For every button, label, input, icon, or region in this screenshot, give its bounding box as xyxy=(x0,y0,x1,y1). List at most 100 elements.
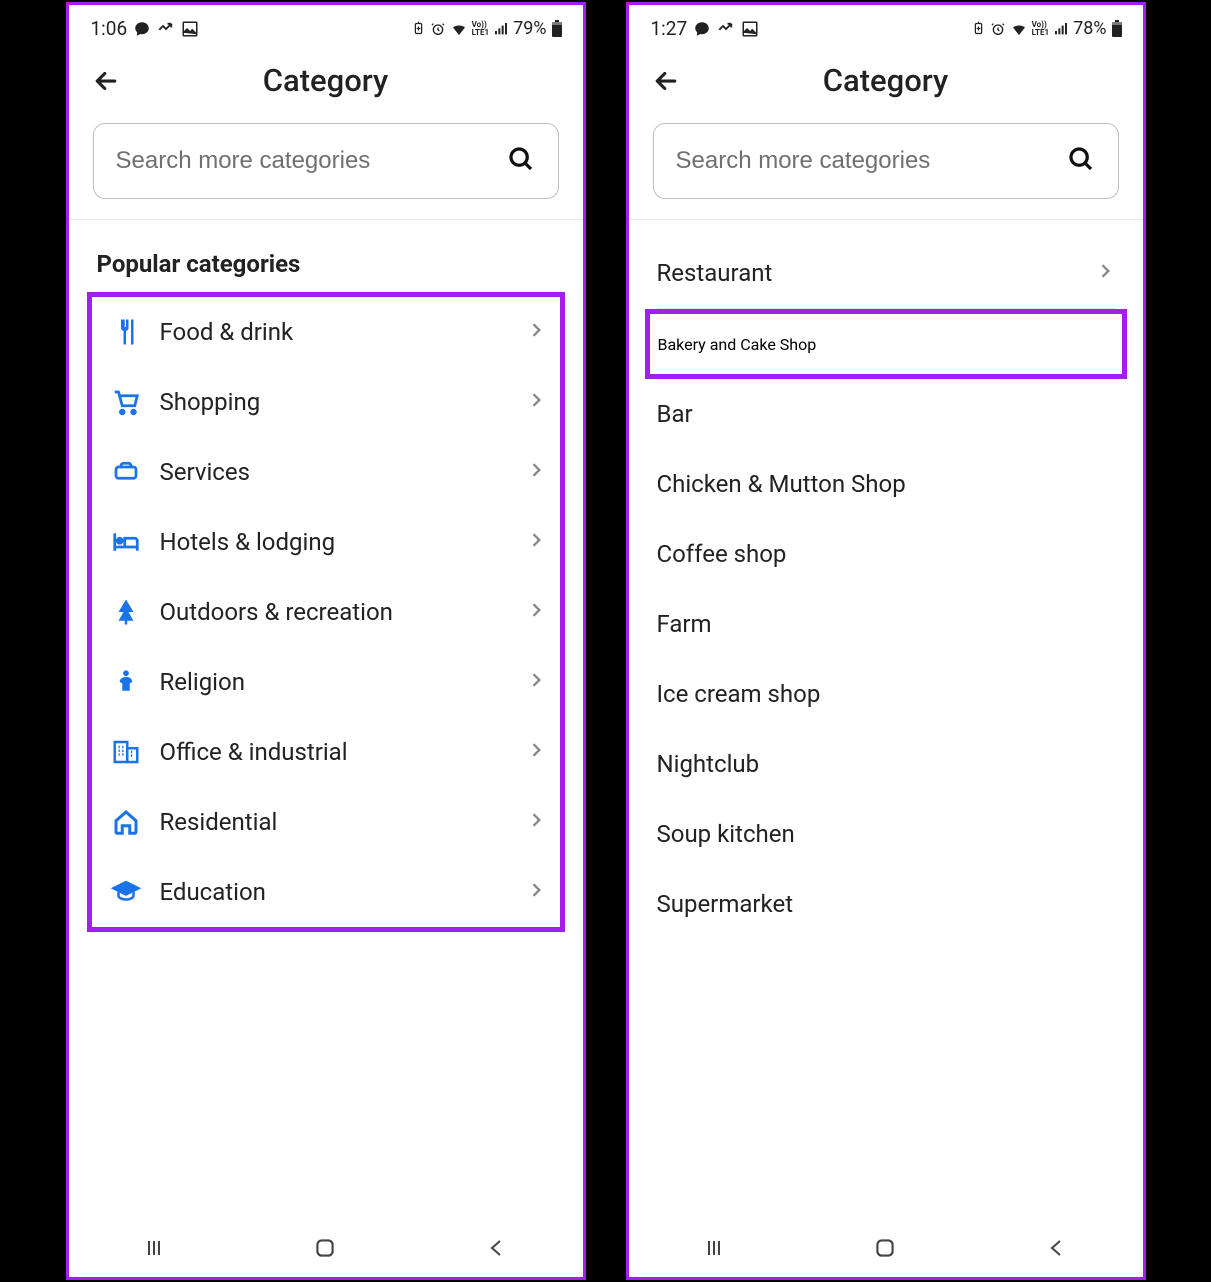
page-title: Category xyxy=(683,62,1089,99)
category-row-education[interactable]: Education xyxy=(92,857,560,927)
subcategory-row[interactable]: Coffee shop xyxy=(657,519,1115,589)
nav-back[interactable] xyxy=(1037,1228,1077,1268)
category-row-residential[interactable]: Residential xyxy=(92,787,560,857)
popular-categories-highlight: Food & drink Shopping Services Hotels & lod… xyxy=(87,292,565,932)
outdoors-icon xyxy=(100,597,152,627)
nav-home[interactable] xyxy=(305,1228,345,1268)
chevron-right-icon xyxy=(526,390,546,414)
chevron-right-icon xyxy=(1095,259,1115,287)
nav-recents[interactable] xyxy=(134,1228,174,1268)
services-icon xyxy=(100,457,152,487)
chevron-right-icon xyxy=(526,880,546,904)
subcategory-label: Soup kitchen xyxy=(657,820,1115,848)
status-battery-pct: 79% xyxy=(513,18,546,39)
category-label: Outdoors & recreation xyxy=(152,598,526,626)
subcategory-label: Bakery and Cake Shop xyxy=(658,335,817,354)
category-label: Education xyxy=(152,878,526,906)
chevron-right-icon xyxy=(526,460,546,484)
back-button[interactable] xyxy=(89,64,123,98)
signal-icon xyxy=(493,21,509,37)
status-time: 1:06 xyxy=(91,17,128,40)
phone-left: 1:06 Vo))LTE1 79% Category Popular categ… xyxy=(66,2,586,1280)
back-button[interactable] xyxy=(649,64,683,98)
office-icon xyxy=(100,737,152,767)
category-row-religion[interactable]: Religion xyxy=(92,647,560,717)
chevron-right-icon xyxy=(526,530,546,554)
subcategory-row[interactable]: Bar xyxy=(657,379,1115,449)
subcategory-label: Nightclub xyxy=(657,750,1115,778)
category-row-outdoors[interactable]: Outdoors & recreation xyxy=(92,577,560,647)
category-row-office[interactable]: Office & industrial xyxy=(92,717,560,787)
section-heading: Popular categories xyxy=(69,220,583,286)
subcategory-row-highlighted[interactable]: Bakery and Cake Shop xyxy=(645,309,1127,379)
alarm-icon xyxy=(990,21,1006,37)
subcategory-label: Farm xyxy=(657,610,1115,638)
subcategory-row[interactable]: Farm xyxy=(657,589,1115,659)
volte-icon: Vo))LTE1 xyxy=(472,21,490,37)
subcategory-label: Coffee shop xyxy=(657,540,1115,568)
chat-icon xyxy=(693,20,711,38)
alarm-icon xyxy=(430,21,446,37)
subcategory-row[interactable]: Supermarket xyxy=(657,869,1115,939)
search-icon xyxy=(506,144,536,178)
subcategory-label: Ice cream shop xyxy=(657,680,1115,708)
chevron-right-icon xyxy=(526,320,546,344)
subcategory-row[interactable]: Ice cream shop xyxy=(657,659,1115,729)
category-row-shopping[interactable]: Shopping xyxy=(92,367,560,437)
residential-icon xyxy=(100,807,152,837)
subcategory-row[interactable]: Chicken & Mutton Shop xyxy=(657,449,1115,519)
chevron-right-icon xyxy=(526,740,546,764)
subcategory-label: Chicken & Mutton Shop xyxy=(657,470,1115,498)
nav-home[interactable] xyxy=(865,1228,905,1268)
chat-icon xyxy=(133,20,151,38)
subcategory-label: Restaurant xyxy=(657,259,1095,287)
category-label: Hotels & lodging xyxy=(152,528,526,556)
android-nav-bar xyxy=(629,1219,1143,1277)
subcategory-label: Supermarket xyxy=(657,890,1115,918)
category-label: Religion xyxy=(152,668,526,696)
missed-call-icon xyxy=(717,20,735,38)
religion-icon xyxy=(100,667,152,697)
app-bar: Category xyxy=(629,44,1143,113)
battery-icon xyxy=(551,20,563,38)
volte-icon: Vo))LTE1 xyxy=(1032,21,1050,37)
nav-recents[interactable] xyxy=(694,1228,734,1268)
status-time: 1:27 xyxy=(651,17,688,40)
food-icon xyxy=(100,317,152,347)
education-icon xyxy=(100,877,152,907)
subcategory-row[interactable]: Soup kitchen xyxy=(657,799,1115,869)
battery-saver-icon xyxy=(971,21,986,36)
wifi-icon xyxy=(450,20,468,38)
category-label: Shopping xyxy=(152,388,526,416)
category-row-food[interactable]: Food & drink xyxy=(92,297,560,367)
missed-call-icon xyxy=(157,20,175,38)
subcategory-row[interactable]: Nightclub xyxy=(657,729,1115,799)
search-icon xyxy=(1066,144,1096,178)
status-bar: 1:27 Vo))LTE1 78% xyxy=(629,5,1143,44)
category-row-hotels[interactable]: Hotels & lodging xyxy=(92,507,560,577)
nav-back[interactable] xyxy=(477,1228,517,1268)
category-label: Office & industrial xyxy=(152,738,526,766)
search-input-container[interactable] xyxy=(653,123,1119,199)
category-label: Residential xyxy=(152,808,526,836)
wifi-icon xyxy=(1010,20,1028,38)
subcategory-row[interactable]: Restaurant xyxy=(657,238,1115,308)
chevron-right-icon xyxy=(526,600,546,624)
android-nav-bar xyxy=(69,1219,583,1277)
chevron-right-icon xyxy=(526,810,546,834)
phone-right: 1:27 Vo))LTE1 78% Category Restaurant Bak… xyxy=(626,2,1146,1280)
category-row-services[interactable]: Services xyxy=(92,437,560,507)
picture-icon xyxy=(741,20,759,38)
battery-saver-icon xyxy=(411,21,426,36)
status-battery-pct: 78% xyxy=(1073,18,1106,39)
shopping-icon xyxy=(100,387,152,417)
app-bar: Category xyxy=(69,44,583,113)
hotels-icon xyxy=(100,527,152,557)
search-input-container[interactable] xyxy=(93,123,559,199)
status-bar: 1:06 Vo))LTE1 79% xyxy=(69,5,583,44)
category-label: Services xyxy=(152,458,526,486)
category-label: Food & drink xyxy=(152,318,526,346)
search-input[interactable] xyxy=(116,147,506,175)
search-input[interactable] xyxy=(676,147,1066,175)
subcategory-label: Bar xyxy=(657,400,1115,428)
